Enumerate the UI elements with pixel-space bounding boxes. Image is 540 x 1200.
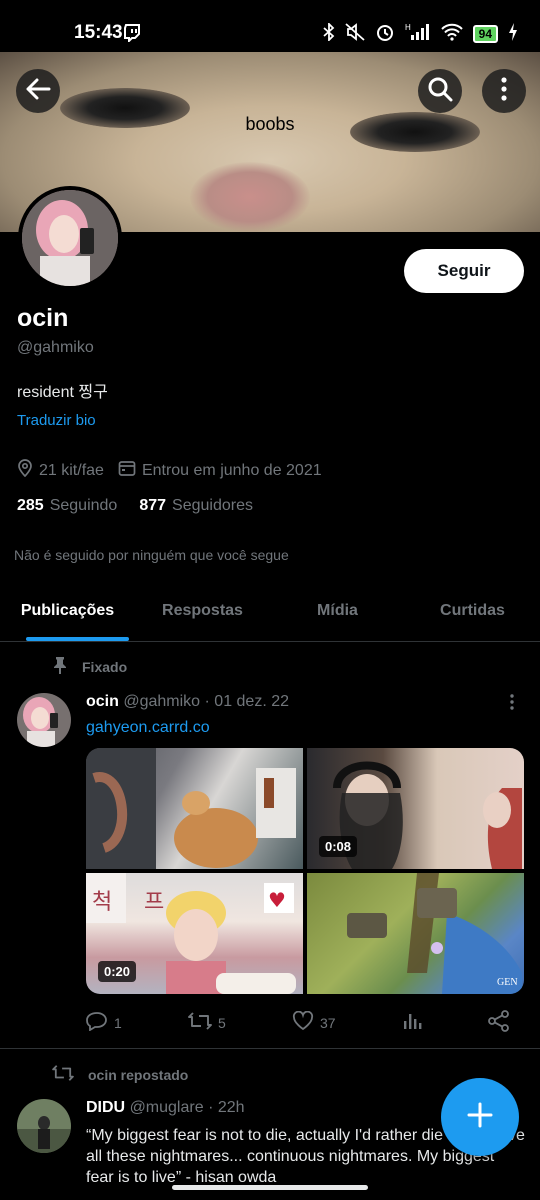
plus-icon: [466, 1101, 494, 1134]
banner-caption: boobs: [245, 114, 295, 134]
translate-bio-link[interactable]: Traduzir bio: [17, 412, 96, 429]
media-item[interactable]: [86, 748, 303, 869]
repost-button[interactable]: 5: [188, 1010, 226, 1035]
profile-joined: Entrou em junho de 2021: [118, 459, 322, 482]
tweet-author-handle: @gahmiko: [123, 693, 201, 710]
tweet-media-grid: 0:08 척 프 ♥ 0:20 GEN: [86, 748, 524, 994]
video-duration: 0:20: [98, 961, 137, 982]
pinned-label: Fixado: [82, 658, 128, 675]
back-button[interactable]: [16, 69, 60, 113]
svg-text:프: 프: [144, 890, 164, 915]
search-icon: [427, 76, 453, 107]
status-time: 15:43: [74, 22, 123, 43]
calendar-icon: [118, 459, 136, 482]
svg-text:♥: ♥: [268, 888, 286, 912]
tab-likes[interactable]: Curtidas: [405, 590, 540, 641]
media-item[interactable]: 0:08: [307, 748, 524, 869]
compose-tweet-button[interactable]: [441, 1078, 519, 1156]
followed-by-note: Não é seguido por ninguém que você segue: [14, 547, 289, 563]
tweet-author-handle: @muglare: [129, 1099, 204, 1116]
tweet-date: · 01 dez. 22: [204, 693, 290, 710]
tweet-author-name[interactable]: DIDU: [86, 1099, 125, 1116]
followers-count-link[interactable]: 877 Seguidores: [139, 497, 253, 515]
tweet-author-avatar[interactable]: [17, 693, 71, 747]
status-icons: H 94: [323, 21, 518, 46]
pinned-indicator: Fixado: [52, 656, 127, 677]
location-pin-icon: [17, 459, 33, 482]
location-text: 21 kit/fae: [39, 461, 104, 479]
svg-text:척: 척: [92, 890, 112, 915]
mute-icon: [345, 23, 365, 45]
follow-button[interactable]: Seguir: [404, 249, 524, 293]
media-item[interactable]: GEN: [307, 873, 524, 994]
heart-icon: [292, 1010, 314, 1034]
reply-button[interactable]: 1: [86, 1010, 122, 1035]
tweet-more-button[interactable]: [505, 694, 519, 710]
repost-icon: [188, 1011, 212, 1034]
tweet-header: ocin @gahmiko · 01 dez. 22: [86, 693, 289, 711]
reply-icon: [86, 1011, 108, 1034]
profile-location: 21 kit/fae: [17, 459, 104, 482]
like-button[interactable]: 37: [292, 1010, 336, 1035]
search-button[interactable]: [418, 69, 462, 113]
share-icon: [488, 1010, 510, 1035]
tweet-header: DIDU @muglare · 22h: [86, 1099, 245, 1117]
tab-posts[interactable]: Publicações: [0, 590, 135, 641]
tweet-author-avatar[interactable]: [17, 1099, 71, 1153]
battery-indicator: 94: [472, 25, 498, 43]
status-bar: 15:43 H 94: [0, 0, 540, 52]
follow-counts: 285 Seguindo 877 Seguidores: [17, 497, 253, 515]
charging-icon: [508, 23, 518, 45]
tweet-actions: 1 5 37: [86, 1010, 510, 1035]
following-count-link[interactable]: 285 Seguindo: [17, 497, 117, 515]
repost-label: ocin repostado: [88, 1066, 189, 1083]
share-button[interactable]: [488, 1010, 510, 1035]
video-duration: 0:08: [319, 836, 358, 857]
followers-count: 877: [139, 497, 167, 514]
tweet-author-name[interactable]: ocin: [86, 693, 119, 710]
bluetooth-icon: [323, 21, 335, 45]
tab-replies[interactable]: Respostas: [135, 590, 270, 641]
tweet-link[interactable]: gahyeon.carrd.co: [86, 719, 210, 737]
profile-bio: resident 찡구: [17, 384, 108, 401]
more-vertical-icon: [510, 693, 514, 715]
media-item[interactable]: 척 프 ♥ 0:20: [86, 873, 303, 994]
tweet-divider: [0, 1048, 540, 1049]
banner-cat-nose: [190, 162, 310, 232]
joined-text: Entrou em junho de 2021: [141, 461, 322, 479]
home-indicator[interactable]: [172, 1185, 368, 1190]
signal-icon: H: [405, 23, 431, 45]
profile-handle: @gahmiko: [17, 339, 94, 356]
profile-tabs: Publicações Respostas Mídia Curtidas: [0, 590, 540, 642]
analytics-button[interactable]: [402, 1010, 422, 1035]
repost-icon: [52, 1064, 74, 1085]
like-count: 37: [320, 1014, 336, 1031]
alarm-icon: [375, 22, 395, 46]
profile-avatar[interactable]: [18, 186, 122, 290]
reply-count: 1: [114, 1014, 122, 1031]
profile-meta: 21 kit/fae Entrou em junho de 2021: [17, 459, 322, 482]
wifi-icon: [440, 23, 463, 45]
svg-text:H: H: [405, 23, 411, 32]
following-count: 285: [17, 497, 44, 514]
more-vertical-icon: [501, 76, 507, 106]
more-options-button[interactable]: [482, 69, 526, 113]
analytics-icon: [402, 1011, 422, 1034]
repost-indicator: ocin repostado: [52, 1064, 188, 1085]
svg-text:GEN: GEN: [497, 977, 518, 988]
pin-icon: [52, 656, 68, 677]
tab-media[interactable]: Mídia: [270, 590, 405, 641]
twitch-icon: [124, 24, 140, 47]
arrow-left-icon: [25, 78, 51, 105]
repost-count: 5: [218, 1014, 226, 1031]
tweet-time: · 22h: [208, 1099, 245, 1116]
profile-name: ocin: [17, 304, 69, 332]
followers-label: Seguidores: [172, 497, 253, 514]
following-label: Seguindo: [49, 497, 118, 514]
